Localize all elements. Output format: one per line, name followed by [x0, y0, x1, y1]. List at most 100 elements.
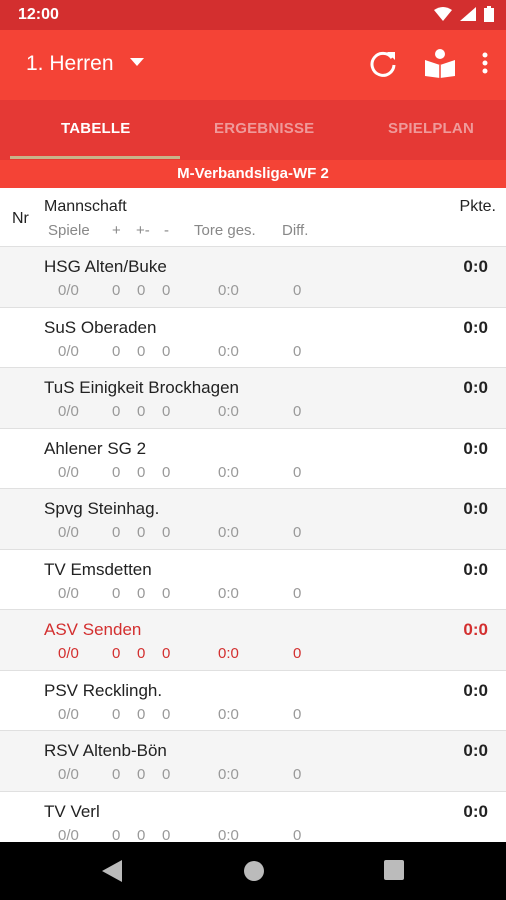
- table-row[interactable]: Ahlener SG 2 0:0 0/0 0 0 0 0:0 0: [0, 427, 506, 489]
- team-name: Ahlener SG 2: [44, 438, 147, 458]
- book-reader-icon[interactable]: [424, 48, 456, 78]
- tab-ergebnisse[interactable]: ERGEBNISSE: [214, 120, 314, 137]
- tab-tabelle[interactable]: TABELLE: [61, 120, 130, 137]
- cell-losses: 0: [162, 463, 171, 481]
- recents-icon[interactable]: [384, 860, 404, 880]
- cell-goals: 0:0: [218, 463, 239, 481]
- cell-draws: 0: [137, 766, 146, 783]
- team-points: 0:0: [463, 801, 488, 821]
- cell-goals: 0:0: [218, 282, 239, 299]
- appbar-actions: [368, 48, 488, 78]
- cell-goals: 0:0: [218, 584, 239, 602]
- header-draw: +-: [136, 222, 150, 239]
- team-name: PSV Recklingh.: [44, 680, 163, 700]
- cell-draws: 0: [137, 403, 146, 420]
- cell-games: 0/0: [58, 645, 79, 662]
- header-minus: -: [164, 222, 169, 239]
- cell-losses: 0: [162, 705, 171, 723]
- table-row[interactable]: RSV Altenb-Bön 0:0 0/0 0 0 0 0:0 0: [0, 730, 506, 791]
- team-points: 0:0: [463, 317, 488, 337]
- team-points: 0:0: [463, 438, 488, 458]
- cell-goals: 0:0: [218, 705, 239, 723]
- cell-goals: 0:0: [218, 766, 239, 783]
- home-icon[interactable]: [243, 860, 265, 882]
- table-header: Nr Mannschaft Pkte. Spiele + +- - Tore g…: [0, 188, 506, 246]
- cell-goals: 0:0: [218, 645, 239, 662]
- cell-diff: 0: [293, 584, 302, 602]
- cell-draws: 0: [137, 342, 146, 360]
- header-plus: +: [112, 222, 121, 239]
- cell-draws: 0: [137, 463, 146, 481]
- table-row[interactable]: ASV Senden 0:0 0/0 0 0 0 0:0 0: [0, 609, 506, 670]
- table-row[interactable]: SuS Oberaden 0:0 0/0 0 0 0 0:0 0: [0, 306, 506, 368]
- cell-diff: 0: [293, 705, 302, 723]
- table-row[interactable]: TV Emsdetten 0:0 0/0 0 0 0 0:0 0: [0, 548, 506, 610]
- cell-draws: 0: [137, 282, 146, 299]
- cell-losses: 0: [162, 342, 171, 360]
- cell-wins: 0: [112, 403, 121, 420]
- team-points: 0:0: [463, 680, 488, 700]
- table-row[interactable]: Spvg Steinhag. 0:0 0/0 0 0 0 0:0 0: [0, 488, 506, 549]
- cell-wins: 0: [112, 282, 121, 299]
- refresh-icon[interactable]: [368, 48, 398, 78]
- header-nr: Nr: [12, 210, 29, 227]
- cell-draws: 0: [137, 645, 146, 662]
- tab-bar: TABELLE ERGEBNISSE SPIELPLAN: [0, 100, 506, 160]
- tab-spielplan[interactable]: SPIELPLAN: [388, 120, 474, 137]
- cell-games: 0/0: [58, 463, 79, 481]
- dropdown-arrow-icon[interactable]: [130, 58, 144, 66]
- cell-wins: 0: [112, 342, 121, 360]
- cell-losses: 0: [162, 524, 171, 541]
- header-diff: Diff.: [282, 222, 309, 239]
- table-row[interactable]: HSG Alten/Buke 0:0 0/0 0 0 0 0:0 0: [0, 246, 506, 307]
- cell-draws: 0: [137, 826, 146, 844]
- cell-diff: 0: [293, 282, 302, 299]
- signal-icon: [460, 7, 476, 21]
- cell-goals: 0:0: [218, 524, 239, 541]
- header-games: Spiele: [48, 222, 90, 239]
- cell-games: 0/0: [58, 403, 79, 420]
- team-points: 0:0: [463, 559, 488, 579]
- header-team: Mannschaft: [44, 198, 127, 215]
- team-points: 0:0: [463, 741, 488, 760]
- team-points: 0:0: [463, 499, 488, 518]
- team-points: 0:0: [463, 257, 488, 276]
- cell-draws: 0: [137, 705, 146, 723]
- league-title: M-Verbandsliga-WF 2: [0, 160, 506, 188]
- team-points: 0:0: [463, 620, 488, 639]
- more-vert-icon[interactable]: [482, 52, 488, 74]
- header-points: Pkte.: [459, 198, 496, 215]
- header-goals: Tore ges.: [194, 222, 256, 239]
- cell-losses: 0: [162, 826, 171, 844]
- status-bar: 12:00: [0, 0, 506, 30]
- battery-icon: [484, 6, 494, 22]
- table-row[interactable]: PSV Recklingh. 0:0 0/0 0 0 0 0:0 0: [0, 669, 506, 731]
- table-row[interactable]: TuS Einigkeit Brockhagen 0:0 0/0 0 0 0 0:0 0: [0, 367, 506, 428]
- cell-games: 0/0: [58, 282, 79, 299]
- team-name: RSV Altenb-Bön: [44, 741, 167, 760]
- cell-draws: 0: [137, 584, 146, 602]
- team-name: TV Emsdetten: [44, 559, 152, 579]
- cell-wins: 0: [112, 584, 121, 602]
- cell-draws: 0: [137, 524, 146, 541]
- cell-games: 0/0: [58, 766, 79, 783]
- cell-games: 0/0: [58, 342, 79, 360]
- back-icon[interactable]: [102, 860, 122, 882]
- cell-goals: 0:0: [218, 826, 239, 844]
- cell-diff: 0: [293, 403, 302, 420]
- cell-goals: 0:0: [218, 403, 239, 420]
- team-name: ASV Senden: [44, 620, 142, 639]
- cell-losses: 0: [162, 282, 171, 299]
- team-name: TuS Einigkeit Brockhagen: [44, 378, 239, 397]
- team-selector-title[interactable]: 1. Herren: [26, 52, 114, 76]
- cell-losses: 0: [162, 766, 171, 783]
- team-name: Spvg Steinhag.: [44, 499, 160, 518]
- status-time: 12:00: [18, 6, 59, 23]
- cell-games: 0/0: [58, 705, 79, 723]
- cell-diff: 0: [293, 826, 302, 844]
- team-name: SuS Oberaden: [44, 317, 157, 337]
- cell-wins: 0: [112, 826, 121, 844]
- app-bar: 1. Herren: [0, 30, 506, 100]
- cell-losses: 0: [162, 403, 171, 420]
- cell-wins: 0: [112, 645, 121, 662]
